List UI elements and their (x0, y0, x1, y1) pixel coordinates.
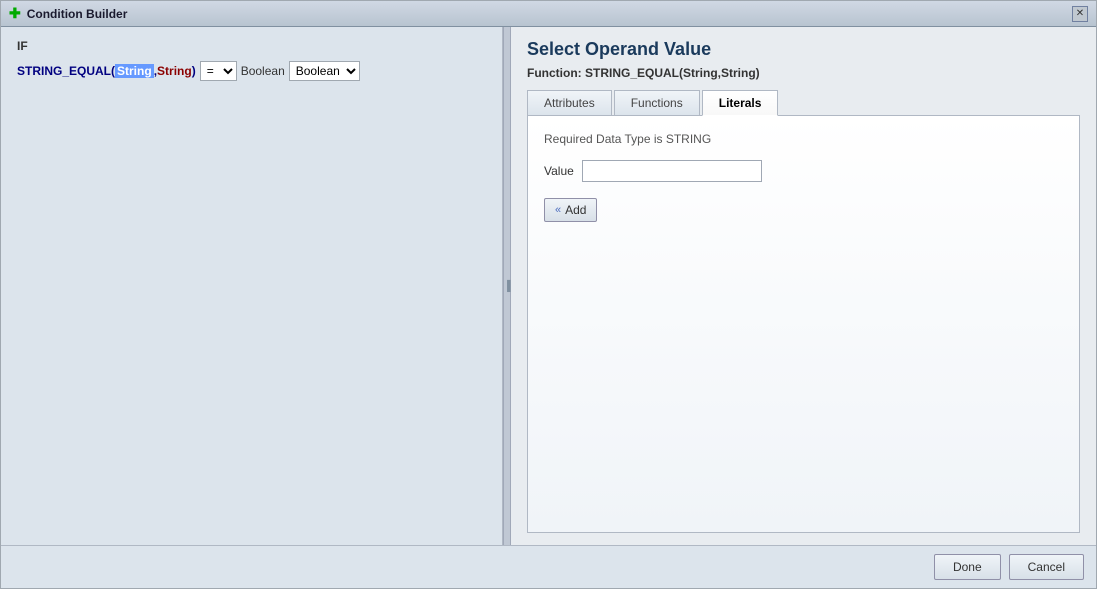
cancel-button[interactable]: Cancel (1009, 554, 1084, 580)
tabs: Attributes Functions Literals (527, 90, 1080, 116)
main-content: IF STRING_EQUAL(String,String) = != Bool… (1, 27, 1096, 545)
param2: String (157, 64, 192, 78)
title-bar: ✚ Condition Builder ✕ (1, 1, 1096, 27)
right-panel: Select Operand Value Function: STRING_EQ… (511, 27, 1096, 545)
chevron-left-icon: « (555, 204, 561, 216)
value-input[interactable] (582, 160, 762, 182)
required-data-type-text: Required Data Type is STRING (544, 132, 1063, 146)
left-panel: IF STRING_EQUAL(String,String) = != Bool… (1, 27, 503, 545)
tab-content-literals: Required Data Type is STRING Value « Add (527, 115, 1080, 533)
param1-highlight: String (115, 64, 154, 78)
tab-functions[interactable]: Functions (614, 90, 700, 116)
bottom-bar: Done Cancel (1, 545, 1096, 588)
done-button[interactable]: Done (934, 554, 1001, 580)
func-name: STRING_EQUAL(String,String) (17, 64, 196, 78)
value-row: Value (544, 160, 1063, 182)
function-label: Function: STRING_EQUAL(String,String) (527, 66, 1080, 80)
panel-title: Select Operand Value (527, 39, 1080, 60)
value-label: Value (544, 164, 574, 178)
condition-row: STRING_EQUAL(String,String) = != Boolean… (17, 61, 486, 81)
title-bar-left: ✚ Condition Builder (9, 5, 127, 22)
tab-attributes[interactable]: Attributes (527, 90, 612, 116)
add-button[interactable]: « Add (544, 198, 597, 222)
if-label: IF (17, 39, 486, 53)
add-button-label: Add (565, 203, 586, 217)
operator-select[interactable]: = != (200, 61, 237, 81)
return-type: Boolean (241, 64, 285, 78)
tab-literals[interactable]: Literals (702, 90, 779, 116)
panel-splitter[interactable]: ▐ (503, 27, 511, 545)
return-select[interactable]: Boolean (289, 61, 360, 81)
window-title: Condition Builder (27, 7, 128, 21)
condition-builder-window: ✚ Condition Builder ✕ IF STRING_EQUAL(St… (0, 0, 1097, 589)
plus-icon: ✚ (9, 5, 21, 22)
close-button[interactable]: ✕ (1072, 6, 1088, 22)
